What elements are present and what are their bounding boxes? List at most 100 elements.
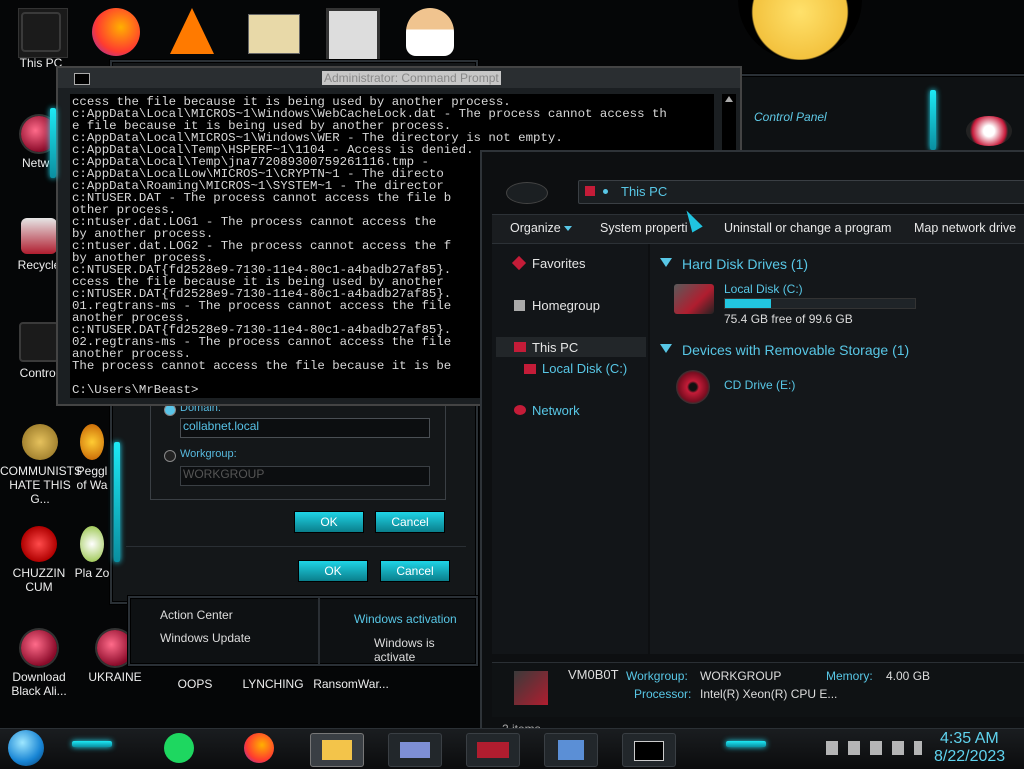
file-view[interactable]: Hard Disk Drives (1) Local Disk (C:) 75.…	[650, 244, 1024, 654]
map-network-drive-button[interactable]: Map network drive	[914, 221, 1016, 235]
drive-c-item[interactable]: Local Disk (C:) 75.4 GB free of 99.6 GB	[670, 280, 920, 326]
folder-icon	[322, 740, 352, 760]
system-properties-button[interactable]: System properti	[600, 221, 688, 235]
tray-icons[interactable]	[826, 741, 922, 755]
taskbar-glow	[72, 741, 112, 747]
desktop-icon-plants[interactable]: Pla Zo	[72, 526, 112, 580]
maze-app-icon[interactable]	[326, 8, 380, 62]
explorer-toolbar[interactable]: Organize System properti Uninstall or ch…	[492, 207, 1024, 244]
frame-glow	[50, 108, 56, 178]
address-text: This PC	[621, 184, 668, 199]
start-orb-icon[interactable]	[8, 730, 44, 766]
nav-network[interactable]: Network	[532, 403, 580, 418]
favorites-star-icon	[511, 255, 527, 271]
alien-panel-icon	[477, 742, 509, 758]
address-bar[interactable]: This PC	[578, 180, 1024, 204]
ok-button[interactable]: OK	[294, 511, 364, 533]
cancel-button[interactable]: Cancel	[375, 511, 445, 533]
hdd-section-header[interactable]: Hard Disk Drives (1)	[682, 256, 808, 272]
uninstall-program-button[interactable]: Uninstall or change a program	[724, 221, 891, 235]
cmd-title-bar[interactable]: Administrator: Command Prompt	[58, 68, 740, 88]
nav-back-forward-icon[interactable]	[506, 182, 548, 204]
desktop-icon-lynching[interactable]: LYNCHING	[234, 677, 312, 691]
drive-c-free: 75.4 GB free of 99.6 GB	[724, 312, 853, 326]
collapse-hdd-icon[interactable]	[660, 258, 672, 267]
drive-e-name: CD Drive (E:)	[724, 378, 796, 392]
pc-small-icon	[585, 186, 595, 196]
control-panel-taskbar-button[interactable]	[466, 733, 520, 767]
cmd-taskbar-button[interactable]	[622, 733, 676, 767]
cmd-app-icon	[74, 73, 90, 85]
clock-time[interactable]: 4:35 AM	[940, 730, 999, 748]
navigation-pane[interactable]: Favorites Homegroup This PC Local Disk (…	[492, 244, 648, 654]
system-properties-taskbar-button[interactable]	[388, 733, 442, 767]
drive-c-usage-fill	[725, 299, 772, 308]
nav-homegroup[interactable]: Homegroup	[532, 298, 600, 313]
hxd-icon[interactable]	[248, 14, 300, 54]
taskbar[interactable]: 4:35 AM 8/22/2023	[0, 728, 1024, 769]
desktop-icon-download-alien[interactable]: Download Black Ali...	[0, 630, 78, 698]
cmd-icon	[634, 741, 664, 761]
desktop-icon-label: Download Black Ali...	[11, 670, 67, 698]
alien-download-icon	[21, 630, 57, 666]
explorer-taskbar-button[interactable]	[310, 733, 364, 767]
desktop-icon-label: Peggl of Wa	[76, 464, 108, 492]
firefox-taskbar-icon[interactable]	[244, 733, 274, 763]
desktop-icon-oops[interactable]: OOPS	[156, 677, 234, 691]
desktop-icon-this-pc[interactable]: This PC	[2, 12, 80, 70]
spotify-icon[interactable]	[164, 733, 194, 763]
network-small-icon	[514, 405, 526, 415]
computer-taskbar-button[interactable]	[544, 733, 598, 767]
removable-section-header[interactable]: Devices with Removable Storage (1)	[682, 342, 909, 358]
workgroup-value: WORKGROUP	[700, 669, 782, 683]
cartoon-sticker-icon	[738, 0, 862, 60]
processor-label: Processor:	[634, 687, 692, 701]
domain-input[interactable]: collabnet.local	[180, 418, 430, 438]
desktop-icon-label: OOPS	[177, 677, 213, 691]
nav-localdisk[interactable]: Local Disk (C:)	[542, 361, 627, 376]
scroll-up-icon[interactable]	[725, 96, 733, 102]
plants-zombies-icon	[80, 526, 104, 562]
panel-divider	[318, 598, 320, 664]
workgroup-label: Workgroup:	[180, 448, 237, 460]
workgroup-radio[interactable]	[164, 450, 176, 462]
drive-c-usage-bar	[724, 298, 916, 309]
thispc-icon	[514, 342, 526, 352]
firefox-icon[interactable]	[92, 8, 140, 56]
alien-head-icon	[966, 116, 1012, 146]
ok-button-outer[interactable]: OK	[298, 560, 368, 582]
windows-activation-heading: Windows activation	[354, 612, 457, 626]
cd-drive-icon	[676, 370, 710, 404]
desktop-icon-label: UKRAINE	[88, 670, 142, 684]
desktop-icon-label: Recycle	[17, 258, 61, 272]
cmd-window-title: Administrator: Command Prompt	[322, 71, 501, 85]
nav-favorites[interactable]: Favorites	[532, 256, 585, 271]
collapse-removable-icon[interactable]	[660, 344, 672, 353]
activation-status: Windows is activate	[374, 636, 435, 664]
desktop-icon-ransomware[interactable]: RansomWar...	[312, 677, 390, 691]
vlc-icon[interactable]	[170, 8, 214, 54]
desktop-icon-communists[interactable]: COMMUNISTS HATE THIS G...	[0, 424, 82, 506]
dialog-divider	[126, 546, 466, 547]
doctor-avatar-icon[interactable]	[406, 8, 454, 56]
pc-name: VM0B0T	[568, 667, 619, 682]
explorer-window[interactable]: This PC Organize System properti Uninsta…	[480, 150, 1024, 742]
desktop-icon-peggle[interactable]: Peggl of Wa	[72, 424, 112, 492]
drive-e-item[interactable]: CD Drive (E:)	[670, 368, 870, 408]
action-center-panel[interactable]: Action Center Windows Update Windows act…	[128, 596, 478, 666]
workgroup-input[interactable]: WORKGROUP	[180, 466, 430, 486]
nav-thispc[interactable]: This PC	[532, 340, 578, 355]
processor-value: Intel(R) Xeon(R) CPU E...	[700, 687, 838, 701]
chuzzle-icon	[21, 526, 57, 562]
homegroup-icon	[514, 300, 525, 311]
control-panel-title: Control Panel	[754, 110, 827, 124]
desktop-icon-chuzzin[interactable]: CHUZZIN CUM	[0, 526, 78, 594]
organize-button[interactable]: Organize	[510, 221, 561, 235]
windows-update-link[interactable]: Windows Update	[160, 631, 251, 645]
action-center-link[interactable]: Action Center	[160, 608, 233, 622]
organize-dropdown-icon	[564, 226, 572, 231]
desktop-icon-label: CHUZZIN CUM	[12, 566, 66, 594]
cancel-button-outer[interactable]: Cancel	[380, 560, 450, 582]
clock-date[interactable]: 8/22/2023	[934, 748, 1005, 766]
desktop-icon-label: COMMUNISTS HATE THIS G...	[0, 464, 82, 506]
